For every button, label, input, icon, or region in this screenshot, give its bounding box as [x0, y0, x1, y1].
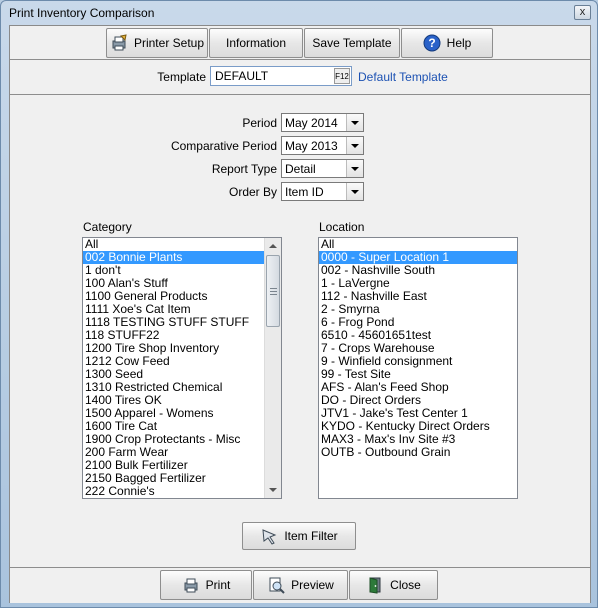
save-template-label: Save Template [312, 36, 392, 50]
comparative-period-select[interactable]: May 2013 [281, 136, 364, 155]
svg-text:?: ? [428, 36, 435, 50]
scroll-up-icon[interactable] [265, 238, 281, 254]
help-label: Help [446, 36, 472, 50]
close-label: Close [390, 578, 421, 592]
template-lookup-button[interactable]: F12 [334, 68, 350, 84]
order-by-value: Item ID [285, 185, 324, 199]
chevron-down-icon[interactable] [346, 183, 363, 200]
period-value: May 2014 [285, 116, 338, 130]
chevron-down-icon[interactable] [346, 114, 363, 131]
print-label: Print [205, 578, 231, 592]
title-bar[interactable]: Print Inventory Comparison x [1, 1, 597, 25]
preview-icon [267, 576, 285, 594]
report-type-label: Report Type [211, 162, 277, 176]
comparative-period-value: May 2013 [285, 139, 338, 153]
scroll-down-icon[interactable] [265, 482, 281, 498]
help-icon: ? [423, 34, 441, 52]
help-button[interactable]: ? Help [401, 28, 493, 58]
toolbar: Printer Setup Information Save Template … [10, 26, 590, 60]
category-label: Category [83, 220, 132, 234]
template-label: Template [157, 70, 206, 84]
item-filter-button[interactable]: Item Filter [242, 522, 356, 550]
period-label: Period [242, 116, 277, 130]
location-list: All 0000 - Super Location 1 002 - Nashvill… [319, 238, 517, 459]
close-button[interactable]: Close [349, 570, 438, 600]
close-door-icon [366, 576, 384, 594]
comparative-period-label: Comparative Period [170, 139, 277, 153]
location-label: Location [319, 220, 365, 234]
scroll-thumb[interactable] [266, 255, 280, 327]
category-scrollbar[interactable] [264, 238, 281, 498]
period-select[interactable]: May 2014 [281, 113, 364, 132]
chevron-down-icon[interactable] [346, 137, 363, 154]
preview-button[interactable]: Preview [253, 570, 348, 600]
preview-label: Preview [291, 578, 334, 592]
category-list-item[interactable]: 222 Connie's [83, 485, 281, 498]
print-button[interactable]: Print [160, 570, 252, 600]
window-title: Print Inventory Comparison [9, 6, 155, 20]
footer: Print Preview Close [10, 567, 590, 603]
category-list: All 002 Bonnie Plants 1 don't 100 Alan's St… [83, 238, 281, 498]
template-value: DEFAULT [215, 69, 269, 83]
printer-setup-icon [110, 34, 128, 52]
dialog-client: Printer Setup Information Save Template … [9, 25, 591, 603]
print-inventory-window: Print Inventory Comparison x Printer Set… [0, 0, 598, 608]
report-type-select[interactable]: Detail [281, 159, 364, 178]
location-listbox[interactable]: All 0000 - Super Location 1 002 - Nashvill… [318, 237, 518, 499]
template-panel: Template DEFAULT F12 Default Template [10, 61, 590, 95]
location-list-item[interactable]: OUTB - Outbound Grain [319, 446, 517, 459]
information-label: Information [225, 36, 287, 50]
information-button[interactable]: Information [209, 28, 303, 58]
item-filter-label: Item Filter [284, 529, 338, 543]
template-input[interactable]: DEFAULT F12 [210, 66, 352, 86]
window-close-button[interactable]: x [574, 5, 591, 20]
report-type-value: Detail [285, 162, 316, 176]
chevron-down-icon[interactable] [346, 160, 363, 177]
printer-icon [182, 576, 200, 594]
template-description: Default Template [358, 70, 448, 84]
category-listbox[interactable]: All 002 Bonnie Plants 1 don't 100 Alan's St… [82, 237, 282, 499]
order-by-label: Order By [228, 185, 277, 199]
order-by-select[interactable]: Item ID [281, 182, 364, 201]
printer-setup-button[interactable]: Printer Setup [106, 28, 208, 58]
funnel-icon [260, 527, 278, 545]
save-template-button[interactable]: Save Template [304, 28, 400, 58]
printer-setup-label: Printer Setup [133, 36, 205, 50]
